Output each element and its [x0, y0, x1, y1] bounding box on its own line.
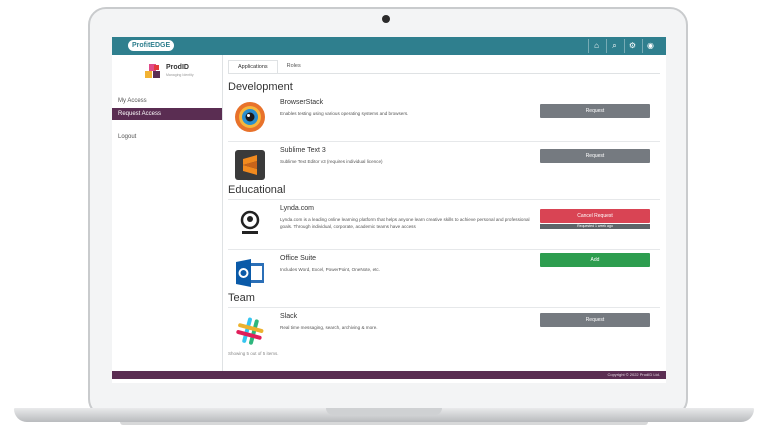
browserstack-icon	[235, 102, 265, 132]
app-title: Slack	[280, 313, 298, 320]
app-title: Sublime Text 3	[280, 147, 326, 154]
brand-logo: ProdID Managing Identity	[144, 59, 200, 85]
topbar-icons: ⌂ ⌕ ⚙ ◉	[588, 39, 658, 53]
section-educational: Educational	[228, 184, 286, 196]
topbar-logo[interactable]: ProfitEDGE	[128, 40, 175, 51]
section-development: Development	[228, 81, 293, 93]
row-divider	[228, 199, 660, 200]
app-row-office: Office Suite Includes Word, Excel, Power…	[228, 253, 660, 297]
app-description: Sublime Text Editor v3 (requires individ…	[280, 159, 383, 164]
app-row-slack: Slack Real time messaging, search, archi…	[228, 311, 660, 355]
laptop-foot	[120, 422, 648, 425]
section-team: Team	[228, 292, 255, 304]
slack-icon	[236, 317, 264, 345]
tabs-divider	[228, 73, 660, 74]
home-icon[interactable]: ⌂	[588, 39, 604, 53]
nav-logout[interactable]: Logout	[112, 131, 222, 143]
app-description: Enables testing using various operating …	[280, 111, 409, 116]
row-divider	[228, 249, 660, 250]
tab-bar: Applications Roles	[228, 60, 310, 73]
request-button[interactable]: Request	[540, 149, 650, 163]
row-divider	[228, 307, 660, 308]
app-title: Lynda.com	[280, 205, 314, 212]
laptop-notch	[326, 408, 442, 415]
user-icon[interactable]: ◉	[642, 39, 658, 53]
request-button[interactable]: Request	[540, 104, 650, 118]
request-button[interactable]: Request	[540, 313, 650, 327]
app-row-lynda: Lynda.com Lynda.com is a leading online …	[228, 203, 660, 247]
brand-tagline: Managing Identity	[166, 73, 194, 77]
tab-roles[interactable]: Roles	[278, 60, 310, 73]
app-description: Real time messaging, search, archiving &…	[280, 325, 378, 330]
search-icon[interactable]: ⌕	[606, 39, 622, 53]
status-badge: Requested 1 week ago	[540, 224, 650, 229]
app-row-browserstack: BrowserStack Enables testing using vario…	[228, 97, 660, 141]
brand-cubes-icon	[145, 64, 160, 78]
nav-my-access[interactable]: My Access	[112, 95, 222, 107]
footer-bar: Copyright © 2022 ProdID Ltd.	[112, 371, 666, 379]
app-description: Lynda.com is a leading online learning p…	[280, 217, 530, 229]
office-icon	[236, 259, 264, 287]
row-divider	[228, 141, 660, 142]
sublime-text-icon	[235, 150, 265, 180]
copyright-text: Copyright © 2022 ProdID Ltd.	[607, 372, 660, 377]
tab-applications[interactable]: Applications	[228, 60, 278, 73]
settings-icon[interactable]: ⚙	[624, 39, 640, 53]
main-content: Applications Roles Development BrowserSt…	[226, 57, 662, 369]
app-description: Includes Word, Excel, PowerPoint, OneNot…	[280, 267, 381, 272]
screen: ProfitEDGE ⌂ ⌕ ⚙ ◉ ProdID Managing Ident…	[112, 37, 666, 383]
items-count: Showing 5 out of 5 items.	[228, 351, 279, 356]
sidebar: ProdID Managing Identity My Access Reque…	[112, 55, 223, 371]
app-row-sublime: Sublime Text 3 Sublime Text Editor v3 (r…	[228, 145, 660, 189]
webcam	[382, 15, 390, 23]
app-title: Office Suite	[280, 255, 317, 262]
brand-name: ProdID	[166, 64, 189, 71]
cancel-request-button[interactable]: Cancel Request	[540, 209, 650, 223]
add-button[interactable]: Add	[540, 253, 650, 267]
lynda-icon	[240, 210, 260, 234]
nav-request-access[interactable]: Request Access	[112, 108, 222, 120]
top-bar: ProfitEDGE ⌂ ⌕ ⚙ ◉	[112, 37, 666, 55]
app-title: BrowserStack	[280, 99, 324, 106]
